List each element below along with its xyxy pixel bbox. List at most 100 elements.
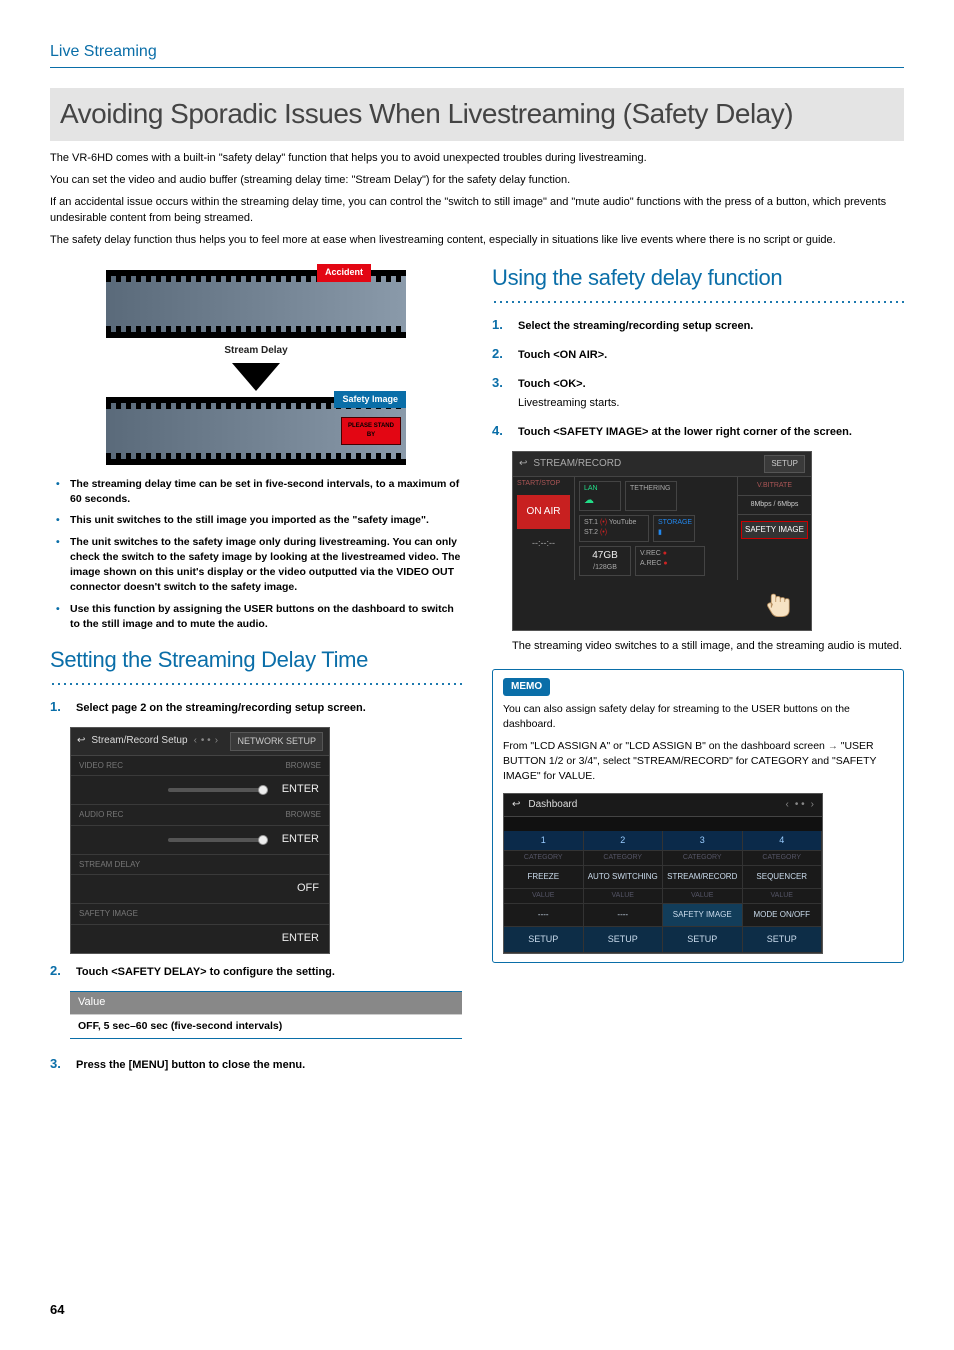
db-value[interactable]: ---- — [584, 904, 664, 927]
enter-button[interactable]: ENTER — [282, 782, 319, 798]
filmstrip-before: Accident — [106, 270, 406, 338]
db-category-value[interactable]: FREEZE — [504, 866, 584, 889]
storage-bar-icon: ▮ — [658, 529, 662, 536]
db-category-value[interactable]: STREAM/RECORD — [663, 866, 743, 889]
db-cat-label: CATEGORY — [584, 851, 664, 866]
page-title: Avoiding Sporadic Issues When Livestream… — [50, 88, 904, 141]
safety-delay-diagram: Accident Stream Delay Safety Image PLEAS… — [106, 270, 406, 465]
step-number: 1. — [492, 316, 508, 335]
row-label: AUDIO REC — [79, 809, 123, 821]
stream-record-screenshot: ↩ STREAM/RECORD SETUP START/STOP ON AIR … — [512, 451, 812, 631]
safety-image-button[interactable]: SAFETY IMAGE — [741, 521, 808, 539]
section-heading-right: Using the safety delay function — [492, 262, 904, 294]
st2-label: ST.2 — [584, 529, 598, 536]
stream-record-setup-screenshot: ↩ Stream/Record Setup ‹ • • › NETWORK SE… — [70, 727, 330, 954]
setup-button[interactable]: SETUP — [764, 455, 805, 473]
section-heading-left: Setting the Streaming Delay Time — [50, 644, 462, 676]
intro-p2: You can set the video and audio buffer (… — [50, 173, 904, 189]
step-text: Touch <SAFETY DELAY> to configure the se… — [76, 966, 335, 978]
step-1: 1. Select page 2 on the streaming/record… — [50, 698, 462, 717]
db-col-1: 1 — [504, 831, 584, 851]
step-text: Select the streaming/recording setup scr… — [518, 320, 753, 332]
db-cat-label: CATEGORY — [663, 851, 743, 866]
db-value-safety-image[interactable]: SAFETY IMAGE — [663, 904, 743, 927]
step-subtext: Livestreaming starts. — [518, 396, 904, 412]
step-text: Touch <ON AIR>. — [518, 349, 607, 361]
live-dot-icon: (•) — [600, 519, 609, 526]
db-setup-button[interactable]: SETUP — [504, 927, 584, 953]
enter-button[interactable]: ENTER — [282, 932, 319, 944]
db-setup-button[interactable]: SETUP — [743, 927, 823, 953]
youtube-label: YouTube — [609, 519, 637, 526]
step-number: 3. — [492, 374, 508, 393]
off-button[interactable]: OFF — [297, 882, 319, 894]
storage-total: /128GB — [593, 564, 617, 571]
back-icon[interactable]: ↩ — [77, 734, 85, 749]
rec-dot-icon: ● — [663, 560, 667, 567]
step-2: 2. Touch <SAFETY DELAY> to configure the… — [50, 962, 462, 981]
bitrate-label: V.BITRATE — [738, 477, 811, 496]
live-dot-icon: (•) — [600, 529, 607, 536]
stream-delay-label: Stream Delay — [106, 344, 406, 359]
panel-title: Stream/Record Setup — [91, 734, 187, 749]
step-number: 2. — [492, 345, 508, 364]
after-screenshot-text: The streaming video switches to a still … — [512, 639, 904, 655]
dots-divider — [50, 682, 462, 686]
audio-rec-slider[interactable] — [168, 838, 268, 842]
db-value[interactable]: ---- — [504, 904, 584, 927]
db-setup-button[interactable]: SETUP — [663, 927, 743, 953]
db-category-value[interactable]: AUTO SWITCHING — [584, 866, 664, 889]
dashboard-screenshot: ↩ Dashboard ‹ • • › 1 2 3 4 — [503, 793, 823, 954]
step-number: 1. — [50, 698, 66, 717]
intro-block: The VR-6HD comes with a built-in "safety… — [50, 151, 904, 249]
vrec-label: V.REC — [640, 550, 661, 557]
intro-p3: If an accidental issue occurs within the… — [50, 195, 904, 227]
breadcrumb: Live Streaming — [50, 40, 904, 68]
back-icon[interactable]: ↩ — [519, 457, 527, 472]
step-3: 3. Press the [MENU] button to close the … — [50, 1055, 462, 1074]
row-label: VIDEO REC — [79, 760, 123, 772]
arrow-right-icon: → — [828, 741, 838, 752]
video-rec-slider[interactable] — [168, 788, 268, 792]
st1-label: ST.1 — [584, 519, 598, 526]
step-number: 3. — [50, 1055, 66, 1074]
intro-p1: The VR-6HD comes with a built-in "safety… — [50, 151, 904, 167]
pager-dots: • • — [795, 798, 805, 813]
storage-label: STORAGE — [658, 519, 692, 526]
step-number: 2. — [50, 962, 66, 981]
r-step-4: 4. Touch <SAFETY IMAGE> at the lower rig… — [492, 422, 904, 441]
safety-image-tag: Safety Image — [334, 391, 406, 408]
enter-button[interactable]: ENTER — [282, 832, 319, 848]
memo-tag: MEMO — [503, 678, 550, 697]
accident-tag: Accident — [317, 264, 371, 281]
db-setup-button[interactable]: SETUP — [584, 927, 664, 953]
right-column: Using the safety delay function 1. Selec… — [492, 262, 904, 1084]
elapsed-time: --:--:-- — [513, 533, 574, 554]
row-side: BROWSE — [285, 809, 321, 821]
db-category-value[interactable]: SEQUENCER — [743, 866, 823, 889]
value-table: Value OFF, 5 sec–60 sec (five-second int… — [70, 991, 462, 1039]
back-icon[interactable]: ↩ — [512, 798, 520, 813]
row-label: SAFETY IMAGE — [79, 908, 138, 920]
db-value[interactable]: MODE ON/OFF — [743, 904, 823, 927]
left-column: Accident Stream Delay Safety Image PLEAS… — [50, 262, 462, 1084]
db-val-label: VALUE — [743, 889, 823, 904]
r-step-3: 3. Touch <OK>. Livestreaming starts. — [492, 374, 904, 412]
db-col-4: 4 — [743, 831, 823, 851]
note-item: Use this function by assigning the USER … — [70, 602, 462, 632]
start-stop-label: START/STOP — [513, 477, 574, 491]
network-setup-button[interactable]: NETWORK SETUP — [230, 732, 323, 751]
db-cat-label: CATEGORY — [504, 851, 584, 866]
memo-box: MEMO You can also assign safety delay fo… — [492, 669, 904, 963]
lan-indicator: LAN ☁ — [579, 481, 621, 512]
pager-right-icon[interactable]: › — [811, 798, 814, 813]
pager-dots: • • — [201, 734, 211, 749]
value-table-row: OFF, 5 sec–60 sec (five-second intervals… — [70, 1014, 462, 1038]
memo-text-1: You can also assign safety delay for str… — [503, 702, 893, 732]
db-val-label: VALUE — [584, 889, 664, 904]
on-air-button[interactable]: ON AIR — [517, 495, 570, 530]
db-col-3: 3 — [663, 831, 743, 851]
pager-right-icon[interactable]: › — [215, 734, 218, 749]
pager-left-icon[interactable]: ‹ — [194, 734, 197, 749]
pager-left-icon[interactable]: ‹ — [786, 798, 789, 813]
